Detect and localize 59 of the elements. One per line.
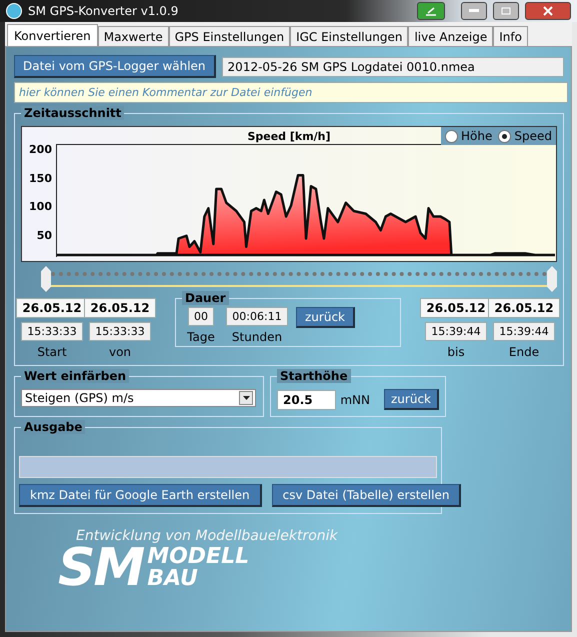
range-end-handle[interactable]	[547, 266, 557, 292]
radio-option[interactable]: Höhe	[445, 129, 492, 143]
range-start-handle[interactable]	[41, 266, 51, 292]
tab[interactable]: IGC Einstellungen	[290, 26, 408, 46]
choose-file-button[interactable]: Datei vom GPS-Logger wählen	[14, 55, 216, 78]
panel-title: Dauer	[182, 291, 229, 305]
logo-tagline: Entwicklung von Modellbauelektronik	[76, 528, 339, 544]
comment-field[interactable]: hier können Sie einen Kommentar zur Datei einfügen	[14, 82, 568, 103]
unit-label: mNN	[340, 392, 370, 406]
panel-title: Wert einfärben	[21, 369, 130, 383]
time-field[interactable]: 15:39:44	[425, 322, 487, 341]
export-button[interactable]: csv Datei (Tabelle) erstellen	[272, 484, 462, 507]
axis-label: 200	[29, 144, 52, 155]
date-label: von	[108, 345, 132, 359]
logo-text: MODELL	[147, 546, 250, 568]
panel-title: Starthöhe	[277, 369, 351, 383]
axis-label: 100	[29, 201, 52, 212]
hours-field[interactable]: 00:06:11	[226, 307, 288, 326]
tab[interactable]: Info	[493, 26, 528, 46]
tab[interactable]: GPS Einstellungen	[168, 26, 290, 46]
time-field[interactable]: 15:33:33	[21, 322, 83, 341]
panel-title: Zeitausschnitt	[21, 106, 124, 120]
close-button[interactable]	[525, 2, 571, 20]
tab[interactable]: Konvertieren	[7, 24, 98, 46]
date-label: Start	[37, 345, 67, 359]
time-field[interactable]: 15:39:44	[493, 322, 555, 341]
date-field[interactable]: 26.05.12	[84, 298, 156, 318]
minimize-icon	[469, 9, 479, 13]
days-field[interactable]: 00	[188, 307, 214, 326]
close-icon	[543, 6, 553, 16]
panel-title: Ausgabe	[21, 420, 86, 434]
date-label: bis	[447, 345, 465, 359]
chart-title: Speed [km/h]	[247, 130, 331, 143]
days-label: Tage	[187, 330, 215, 344]
back-button[interactable]: zurück	[296, 307, 355, 328]
date-field[interactable]: 26.05.12	[488, 298, 560, 318]
date-label: Ende	[508, 345, 540, 359]
export-button[interactable]: kmz Datei für Google Earth erstellen	[19, 484, 262, 507]
height-field[interactable]: 20.5	[277, 390, 336, 410]
app-icon	[6, 3, 22, 19]
caret-icon	[239, 391, 253, 405]
logo-mark: SM	[58, 544, 144, 592]
maximize-icon	[501, 7, 511, 15]
hours-label: Stunden	[232, 330, 282, 344]
file-name-field[interactable]: 2012-05-26 SM GPS Logdatei 0010.nmea	[222, 56, 564, 76]
axis-label: 50	[36, 230, 52, 241]
back-button[interactable]: zurück	[384, 389, 439, 410]
radio-option[interactable]: Speed	[498, 129, 552, 143]
time-field[interactable]: 15:33:33	[89, 322, 151, 341]
axis-label: 150	[29, 172, 52, 184]
window-title: SM GPS-Konverter v1.0.9	[28, 4, 180, 18]
maximize-button[interactable]	[493, 2, 519, 20]
logo-text: BAU	[147, 568, 199, 590]
tab[interactable]: live Anzeige	[408, 26, 494, 46]
tab[interactable]: Maxwerte	[98, 26, 169, 46]
value-dropdown[interactable]: Steigen (GPS) m/s	[21, 389, 256, 407]
pencil-icon	[425, 6, 437, 16]
minimize-button[interactable]	[461, 2, 487, 20]
edit-button[interactable]	[417, 2, 445, 20]
